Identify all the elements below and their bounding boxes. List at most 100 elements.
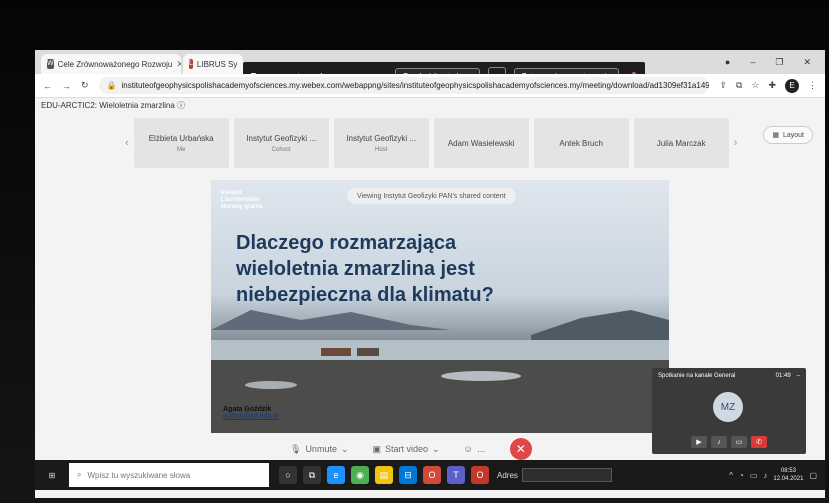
puddle	[441, 371, 521, 381]
call-timer: 01:49	[775, 373, 791, 379]
mini-window-title: Spotkanie na kanale General	[658, 373, 736, 379]
menu-icon[interactable]: ⋮	[808, 80, 817, 91]
clock[interactable]: 08:53 12.04.2021	[773, 467, 803, 483]
microphone-icon[interactable]: ♪	[711, 436, 727, 448]
author-name: Agata Goździk	[223, 406, 272, 413]
notifications-icon[interactable]: ▢	[809, 471, 817, 480]
office-icon[interactable]: O	[423, 466, 441, 484]
info-icon[interactable]: ⓘ	[177, 101, 185, 110]
edge-icon[interactable]: e	[327, 466, 345, 484]
unmute-button[interactable]: 🎙 Unmute ⌄	[290, 444, 349, 455]
logo-line: Liechtenstein	[221, 197, 260, 203]
extensions-icon[interactable]: ✚	[768, 80, 776, 91]
layout-icon: ▦	[772, 132, 779, 139]
share-icon[interactable]: ▭	[731, 436, 747, 448]
windows-start-icon[interactable]: ⊞	[35, 460, 69, 490]
search-icon: ⌕	[77, 470, 82, 479]
cortana-icon[interactable]: ○	[279, 466, 297, 484]
monitor-frame: W Cele Zrównoważonego Rozwoju ✕ L LIBRUS…	[0, 0, 829, 503]
more-icon: …	[476, 444, 486, 454]
participant-card[interactable]: Instytut Geofizyki ... Cohost	[233, 118, 329, 168]
logo-line: Norway grants	[221, 204, 263, 210]
forward-icon[interactable]: →	[62, 81, 71, 91]
chevron-up-icon[interactable]: ^	[729, 471, 733, 480]
tab-sdg[interactable]: W Cele Zrównoważonego Rozwoju ✕	[41, 54, 181, 74]
battery-icon[interactable]: ▭	[750, 471, 758, 480]
slide-title-line: wieloletnia zmarzlina jest	[236, 258, 475, 280]
slide-title-line: niebezpieczna dla klimatu?	[236, 284, 494, 306]
profile-avatar[interactable]: E	[785, 78, 799, 93]
star-icon[interactable]: ☆	[751, 80, 759, 91]
opera-icon[interactable]: O	[471, 466, 489, 484]
reactions-button[interactable]: ☺ …	[464, 444, 486, 454]
restore-button[interactable]: ❐	[775, 57, 783, 68]
task-view-icon[interactable]: ⧉	[303, 466, 321, 484]
participant-name: Instytut Geofizyki ...	[346, 133, 417, 143]
end-meeting-button[interactable]: ✕	[509, 438, 532, 460]
participant-name: Antek Bruch	[559, 138, 603, 148]
share-icon[interactable]: ⇪	[719, 80, 727, 91]
address-input[interactable]	[521, 468, 612, 482]
start-video-label: Start video	[385, 444, 429, 454]
back-icon[interactable]: ←	[43, 81, 52, 91]
mini-window-header: Spotkanie na kanale General 01:49 –	[652, 368, 806, 384]
participant-card[interactable]: Adam Wasielewski	[433, 118, 529, 168]
participant-card[interactable]: Julia Marczak	[633, 118, 729, 168]
layout-button[interactable]: ▦ Layout	[763, 126, 813, 144]
microphone-off-icon: 🎙	[290, 443, 302, 454]
meeting-title: EDU-ARCTIC2: Wieloletnia zmarzlina ⓘ	[41, 100, 185, 111]
address-toolbar: Adres	[497, 468, 612, 482]
file-explorer-icon[interactable]: ▤	[375, 466, 393, 484]
participant-name: Adam Wasielewski	[447, 138, 515, 148]
close-icon[interactable]: ✕	[176, 59, 181, 70]
water	[211, 340, 669, 360]
participant-card[interactable]: Antek Bruch	[533, 118, 629, 168]
puddle	[245, 381, 297, 389]
teams-icon[interactable]: T	[447, 466, 465, 484]
reload-icon[interactable]: ↻	[81, 80, 89, 91]
video-icon: ▣	[372, 443, 382, 454]
chevron-down-icon: ⌄	[432, 443, 440, 454]
search-placeholder: Wpisz tu wyszukiwane słowa	[87, 470, 191, 480]
chevron-down-icon: ⌄	[340, 443, 349, 454]
minimize-button[interactable]: –	[750, 57, 755, 67]
mini-call-controls: ▶ ♪ ▭ ✆	[652, 436, 806, 448]
author-email[interactable]: agdzik@igf.edu.pl	[223, 413, 279, 420]
url-field[interactable]: 🔒 instituteofgeophysicspolishacademyofsc…	[98, 77, 710, 94]
mountain-right	[531, 310, 669, 340]
meeting-controls: 🎙 Unmute ⌄ ▣ Start video ⌄ ☺ … ✕	[290, 438, 532, 460]
tab-librus[interactable]: L LIBRUS Sy	[183, 54, 243, 74]
system-tray: ^ ◔ ▭ ♪ 08:53 12.04.2021 ▢	[729, 467, 825, 483]
chevron-right-icon[interactable]: ›	[734, 137, 738, 149]
participant-role: Cohost	[271, 146, 291, 153]
chrome-icon[interactable]: ◉	[351, 466, 369, 484]
participant-card[interactable]: Instytut Geofizyki ... Host	[333, 118, 429, 168]
slide-title: Dlaczego rozmarzająca wieloletnia zmarzl…	[236, 230, 566, 308]
close-window-button[interactable]: ✕	[803, 57, 811, 68]
clock-time: 08:53	[780, 468, 796, 474]
profile-dot-icon[interactable]: ●	[725, 57, 730, 67]
participant-strip: ‹ Elżbieta Urbańska Me Instytut Geofizyk…	[125, 118, 737, 168]
participant-name: Julia Marczak	[656, 138, 706, 148]
window-controls: ● – ❐ ✕	[725, 50, 825, 74]
librus-icon: L	[189, 59, 193, 69]
browser-actions: ⇪ ⧉ ☆ ✚ E ⋮	[719, 78, 817, 93]
minimize-icon[interactable]: –	[797, 373, 800, 379]
tab-label: Cele Zrównoważonego Rozwoju	[57, 59, 173, 69]
emoji-icon: ☺	[463, 444, 473, 454]
start-video-button[interactable]: ▣ Start video ⌄	[373, 444, 440, 455]
network-icon[interactable]: ◔	[739, 471, 744, 480]
chevron-left-icon[interactable]: ‹	[125, 137, 129, 149]
participant-card[interactable]: Elżbieta Urbańska Me	[133, 118, 229, 168]
tab-label: LIBRUS Sy	[196, 59, 238, 69]
teams-mini-window[interactable]: Spotkanie na kanale General 01:49 – MZ ▶…	[652, 368, 806, 454]
taskbar-search[interactable]: ⌕ Wpisz tu wyszukiwane słowa	[69, 463, 269, 487]
tundra-ground	[211, 360, 669, 433]
volume-icon[interactable]: ♪	[763, 471, 767, 480]
translate-icon[interactable]: ⧉	[736, 80, 742, 91]
address-label: Adres	[497, 470, 518, 480]
slide-title-line: Dlaczego rozmarzająca	[236, 232, 457, 254]
hang-up-button[interactable]: ✆	[751, 436, 767, 448]
camera-icon[interactable]: ▶	[691, 436, 707, 448]
store-icon[interactable]: ⊟	[399, 466, 417, 484]
